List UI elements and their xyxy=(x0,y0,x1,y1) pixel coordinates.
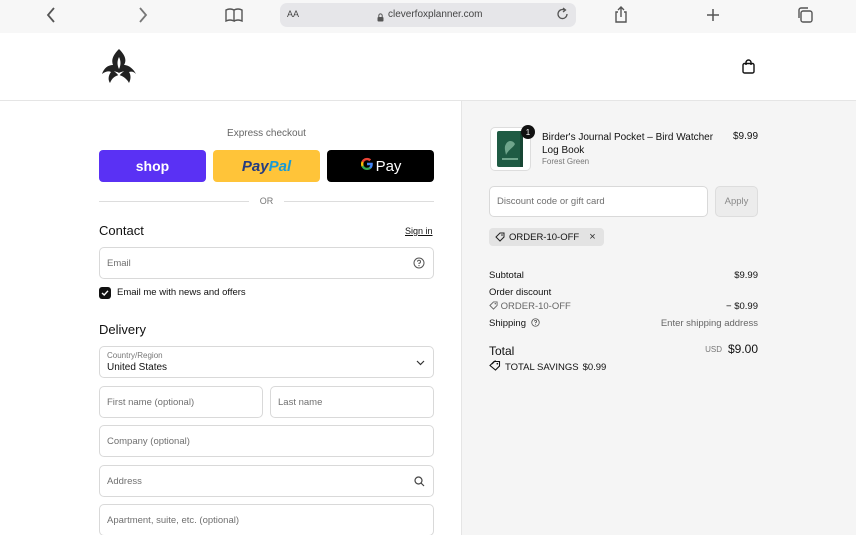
order-discount-value: − $0.99 xyxy=(726,301,758,312)
subtotal-label: Subtotal xyxy=(489,270,524,281)
total-row: Total USD $9.00 xyxy=(489,342,758,360)
remove-code-icon[interactable]: × xyxy=(589,231,595,243)
google-g-icon xyxy=(360,157,374,175)
contact-heading: Contact xyxy=(99,223,144,238)
fox-logo[interactable] xyxy=(99,47,137,90)
applied-code-chip: ORDER-10-OFF × xyxy=(489,228,604,246)
total-value: $9.00 xyxy=(727,342,758,356)
savings-tag-icon xyxy=(489,360,501,374)
savings-label: TOTAL SAVINGS xyxy=(505,361,579,373)
store-header xyxy=(0,33,856,101)
email-field[interactable]: Email xyxy=(99,247,434,279)
discount-placeholder: Discount code or gift card xyxy=(497,196,605,207)
paypal-label-pay: Pay xyxy=(241,157,269,175)
address-placeholder: Address xyxy=(107,475,142,487)
tag-icon xyxy=(495,232,505,245)
newsletter-option[interactable]: Email me with news and offers xyxy=(99,286,246,299)
last-name-field[interactable]: Last name xyxy=(270,386,434,418)
first-name-placeholder: First name (optional) xyxy=(107,396,195,408)
chevron-down-icon xyxy=(416,358,425,369)
newsletter-checkbox[interactable] xyxy=(99,286,111,299)
total-label: Total xyxy=(489,344,515,358)
quantity-badge: 1 xyxy=(521,125,535,139)
country-select[interactable]: Country/Region United States xyxy=(99,346,434,378)
order-discount-code: ORDER-10-OFF xyxy=(500,301,571,312)
savings-value: $0.99 xyxy=(582,361,607,373)
company-placeholder: Company (optional) xyxy=(107,435,190,447)
order-discount-row: Order discount xyxy=(489,287,758,298)
back-icon[interactable] xyxy=(42,0,60,30)
product-variant: Forest Green xyxy=(542,157,590,166)
shop-pay-label: shop xyxy=(135,158,170,174)
new-tab-icon[interactable] xyxy=(704,0,722,30)
shipping-label: Shipping xyxy=(489,318,526,329)
country-label: Country/Region xyxy=(107,351,163,360)
tag-icon xyxy=(489,301,498,313)
sign-in-link[interactable]: Sign in xyxy=(405,226,433,236)
cart-bag-icon[interactable] xyxy=(741,59,756,79)
lock-icon xyxy=(377,9,384,27)
reload-icon[interactable] xyxy=(556,7,569,26)
browser-toolbar: AA cleverfoxplanner.com xyxy=(0,0,856,33)
order-discount-label: Order discount xyxy=(489,287,552,298)
google-pay-button[interactable]: Pay xyxy=(327,150,434,182)
google-pay-label: Pay xyxy=(375,157,402,175)
applied-code-text: ORDER-10-OFF xyxy=(509,231,580,243)
total-currency: USD xyxy=(705,345,722,354)
apply-label: Apply xyxy=(724,196,749,207)
express-checkout-title: Express checkout xyxy=(227,128,306,139)
product-name: Birder's Journal Pocket – Bird Watcher L… xyxy=(542,132,714,156)
help-icon[interactable] xyxy=(413,257,425,272)
text-size-button[interactable]: AA xyxy=(287,9,299,19)
search-icon xyxy=(414,476,425,490)
apartment-field[interactable]: Apartment, suite, etc. (optional) xyxy=(99,504,434,535)
address-bar[interactable]: AA cleverfoxplanner.com xyxy=(280,3,576,27)
or-divider: OR xyxy=(99,196,434,206)
country-value: United States xyxy=(107,362,168,373)
shipping-row: Shipping Enter shipping address xyxy=(489,318,758,330)
delivery-heading: Delivery xyxy=(99,322,146,337)
order-discount-code-row: ORDER-10-OFF − $0.99 xyxy=(489,301,758,313)
bookmarks-icon[interactable] xyxy=(224,0,244,30)
share-icon[interactable] xyxy=(612,0,630,30)
last-name-placeholder: Last name xyxy=(278,396,323,408)
subtotal-row: Subtotal $9.99 xyxy=(489,270,758,281)
newsletter-label: Email me with news and offers xyxy=(117,287,246,298)
shop-pay-button[interactable]: shop xyxy=(99,150,206,182)
company-field[interactable]: Company (optional) xyxy=(99,425,434,457)
discount-code-input[interactable]: Discount code or gift card xyxy=(489,186,708,217)
first-name-field[interactable]: First name (optional) xyxy=(99,386,263,418)
apply-discount-button[interactable]: Apply xyxy=(715,186,758,217)
shipping-value: Enter shipping address xyxy=(660,318,758,329)
paypal-label-pal: Pal xyxy=(268,157,292,175)
email-placeholder: Email xyxy=(107,257,131,269)
forward-icon[interactable] xyxy=(134,0,152,30)
tabs-overview-icon[interactable] xyxy=(795,0,815,30)
address-field[interactable]: Address xyxy=(99,465,434,497)
apartment-placeholder: Apartment, suite, etc. (optional) xyxy=(107,514,240,526)
url-text: cleverfoxplanner.com xyxy=(388,9,483,20)
shipping-help-icon[interactable] xyxy=(530,318,540,330)
paypal-button[interactable]: Pay Pal xyxy=(213,150,320,182)
or-label: OR xyxy=(259,196,274,206)
subtotal-value: $9.99 xyxy=(734,270,758,281)
product-price: $9.99 xyxy=(733,131,759,142)
total-savings: TOTAL SAVINGS $0.99 xyxy=(489,360,606,374)
